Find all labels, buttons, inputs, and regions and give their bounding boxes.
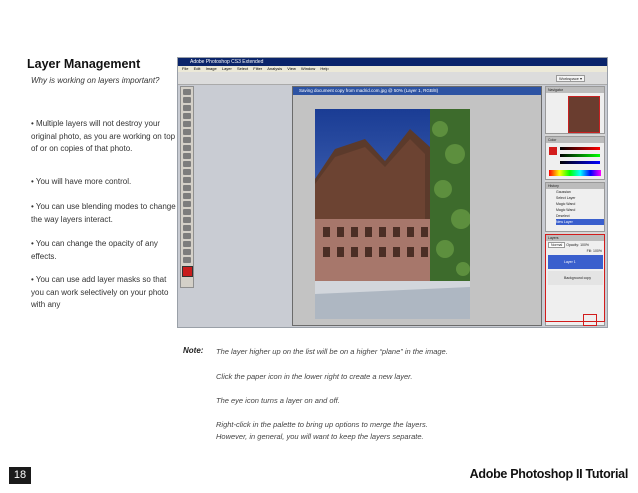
menu-file[interactable]: File bbox=[182, 66, 188, 71]
color-panel: Color bbox=[545, 136, 605, 180]
menu-filter[interactable]: Filter bbox=[253, 66, 262, 71]
bullet-item: • You will have more control. bbox=[31, 177, 132, 186]
bullet-item: • Multiple layers will not destroy your … bbox=[31, 119, 176, 153]
slice-tool-icon[interactable] bbox=[183, 129, 191, 135]
foreground-color-swatch[interactable] bbox=[181, 266, 193, 277]
building-photo bbox=[315, 109, 470, 319]
dodge-tool-icon[interactable] bbox=[183, 193, 191, 199]
bullet-item: • You can use blending modes to change t… bbox=[31, 202, 176, 224]
note-label: Note: bbox=[183, 346, 204, 355]
photoshop-screenshot: Adobe Photoshop CS3 Extended File Edit I… bbox=[177, 57, 608, 328]
layers-highlight-box bbox=[545, 234, 605, 322]
lasso-tool-icon[interactable] bbox=[183, 105, 191, 111]
bullet-item: • You can use add layer masks so that yo… bbox=[31, 275, 169, 309]
document-window: Saving document copy from madrid.com.jpg… bbox=[292, 86, 542, 326]
path-select-tool-icon[interactable] bbox=[183, 217, 191, 223]
type-tool-icon[interactable] bbox=[183, 209, 191, 215]
note-line: Click the paper icon in the lower right … bbox=[216, 372, 413, 381]
crop-tool-icon[interactable] bbox=[183, 121, 191, 127]
bullet-item: • You can change the opacity of any effe… bbox=[31, 239, 158, 261]
menu-analysis[interactable]: Analysis bbox=[267, 66, 282, 71]
note-line: Right-click in the palette to bring up o… bbox=[216, 420, 428, 429]
zoom-tool-icon[interactable] bbox=[183, 257, 191, 263]
history-panel: History Gaussian Select Layer Magic Wand… bbox=[545, 182, 605, 232]
color-ramp[interactable] bbox=[549, 170, 601, 176]
page-number: 18 bbox=[9, 467, 31, 484]
navigator-thumbnail[interactable] bbox=[568, 96, 600, 133]
pen-tool-icon[interactable] bbox=[183, 201, 191, 207]
document-title-bar: Saving document copy from madrid.com.jpg… bbox=[293, 87, 541, 95]
options-bar: Workspace ▾ bbox=[178, 72, 607, 85]
tools-palette bbox=[180, 86, 194, 288]
blur-tool-icon[interactable] bbox=[183, 185, 191, 191]
note-line: However, in general, you will want to ke… bbox=[216, 432, 424, 441]
eraser-tool-icon[interactable] bbox=[183, 169, 191, 175]
blue-slider[interactable] bbox=[560, 161, 600, 164]
brush-tool-icon[interactable] bbox=[183, 145, 191, 151]
menu-help[interactable]: Help bbox=[320, 66, 328, 71]
note-line: The eye icon turns a layer on and off. bbox=[216, 396, 340, 405]
marquee-tool-icon[interactable] bbox=[183, 97, 191, 103]
gradient-tool-icon[interactable] bbox=[183, 177, 191, 183]
eyedropper-tool-icon[interactable] bbox=[183, 241, 191, 247]
red-slider[interactable] bbox=[560, 147, 600, 150]
menu-window[interactable]: Window bbox=[301, 66, 315, 71]
notes-tool-icon[interactable] bbox=[183, 233, 191, 239]
green-slider[interactable] bbox=[560, 154, 600, 157]
hand-tool-icon[interactable] bbox=[183, 249, 191, 255]
shape-tool-icon[interactable] bbox=[183, 225, 191, 231]
history-item[interactable]: New Layer bbox=[556, 219, 604, 225]
menu-select[interactable]: Select bbox=[237, 66, 248, 71]
footer-brand: Adobe Photoshop II Tutorial bbox=[469, 467, 629, 481]
color-swatch[interactable] bbox=[549, 147, 557, 155]
intro-question: Why is working on layers important? bbox=[31, 76, 160, 85]
navigator-panel: Navigator bbox=[545, 86, 605, 134]
tab-navigator[interactable]: Navigator bbox=[546, 87, 604, 93]
magic-wand-tool-icon[interactable] bbox=[183, 113, 191, 119]
app-title-bar: Adobe Photoshop CS3 Extended bbox=[178, 58, 607, 66]
section-title: Layer Management bbox=[27, 57, 141, 71]
note-line: The layer higher up on the list will be … bbox=[216, 347, 448, 356]
stamp-tool-icon[interactable] bbox=[183, 153, 191, 159]
menu-layer[interactable]: Layer bbox=[222, 66, 232, 71]
move-tool-icon[interactable] bbox=[183, 89, 191, 95]
history-list: Gaussian Select Layer Magic Wand Magic W… bbox=[546, 189, 604, 225]
menu-view[interactable]: View bbox=[287, 66, 296, 71]
intro-block: Why is working on layers important? bbox=[31, 75, 181, 88]
panels-dock: Navigator Color History Gaussian Select … bbox=[545, 86, 605, 326]
menu-edit[interactable]: Edit bbox=[194, 66, 201, 71]
new-layer-icon-highlight bbox=[583, 314, 597, 326]
history-brush-tool-icon[interactable] bbox=[183, 161, 191, 167]
workspace-button[interactable]: Workspace ▾ bbox=[555, 75, 585, 82]
menu-image[interactable]: Image bbox=[206, 66, 217, 71]
tab-color[interactable]: Color bbox=[546, 137, 604, 143]
heal-tool-icon[interactable] bbox=[183, 137, 191, 143]
